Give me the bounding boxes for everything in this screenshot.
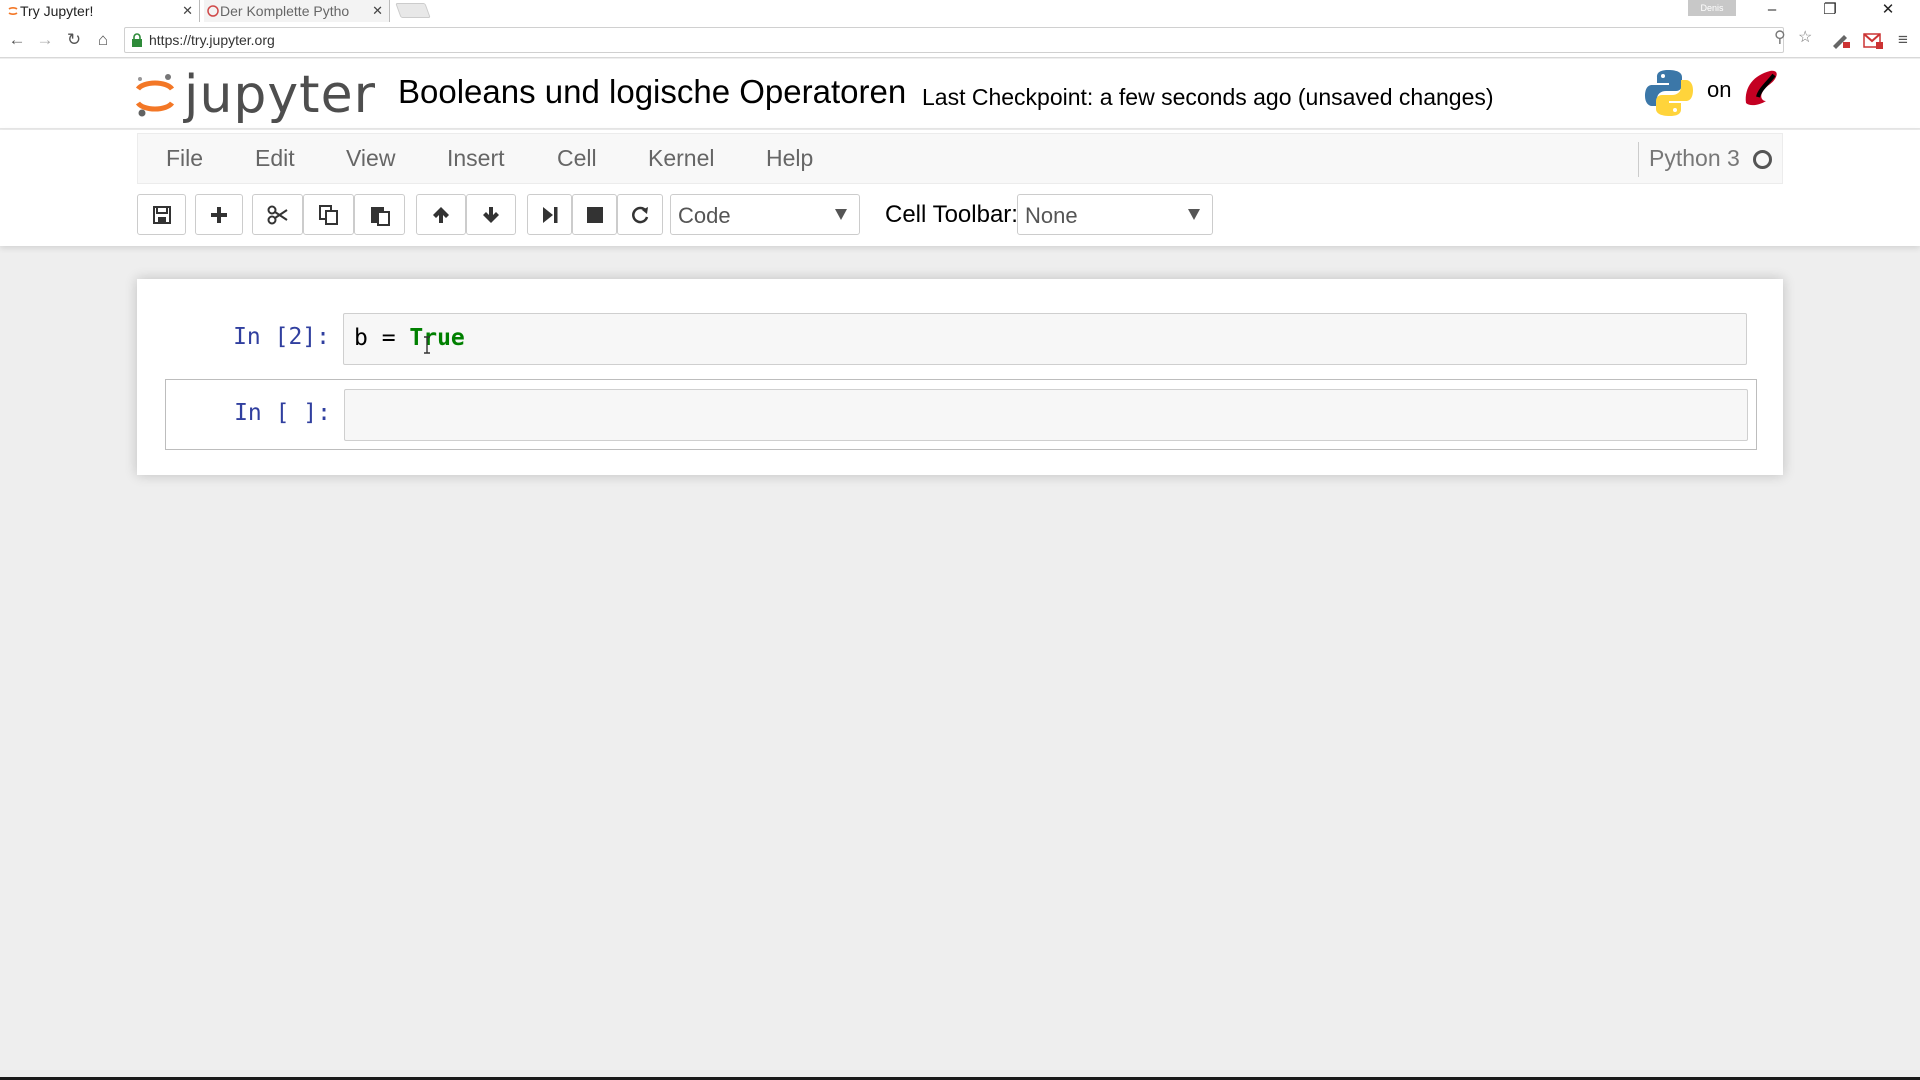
jupyter-logo[interactable]: jupyter (134, 65, 376, 125)
tab-title: Try Jupyter! (20, 3, 94, 19)
cell-toolbar-value: None (1025, 203, 1078, 228)
refresh-icon (632, 206, 649, 223)
code-cell[interactable]: In [2]: b = True (165, 313, 1757, 365)
cell-toolbar-select[interactable]: None (1017, 194, 1213, 235)
plus-icon (211, 206, 227, 223)
python-logo-icon (1645, 70, 1693, 116)
jupyter-wordmark: jupyter (184, 65, 376, 125)
zoom-icon[interactable]: ⚲ (1774, 28, 1786, 48)
url-text: https://try.jupyter.org (149, 32, 275, 48)
restore-icon[interactable]: ❐ (1810, 0, 1850, 22)
kernel-name: Python 3 (1649, 145, 1740, 171)
minimize-icon[interactable]: – (1752, 0, 1792, 22)
menu-file[interactable]: File (166, 134, 203, 185)
profile-badge[interactable]: Denis (1688, 0, 1736, 16)
cut-button[interactable] (252, 194, 303, 235)
save-icon (152, 205, 171, 224)
tab-title: Der Komplette Pytho (220, 3, 350, 19)
menubar-container: File Edit View Insert Cell Kernel Help P… (0, 130, 1920, 246)
menu-cell[interactable]: Cell (557, 134, 597, 185)
code-editor[interactable]: b = True (343, 313, 1747, 365)
menu-insert[interactable]: Insert (447, 134, 505, 185)
move-cell-up-button[interactable] (416, 194, 466, 235)
jupyter-logo-icon (135, 74, 175, 117)
checkpoint-status: Last Checkpoint: a few seconds ago (unsa… (922, 84, 1494, 110)
scissors-icon (267, 205, 288, 224)
notebook-toolbar: Code Cell Toolbar: None (137, 194, 1837, 238)
restart-kernel-button[interactable] (617, 194, 663, 235)
notebook-title[interactable]: Booleans und logische Operatoren (398, 73, 906, 111)
copy-button[interactable] (303, 194, 354, 235)
tab-der-komplette[interactable]: Der Komplette Pytho ✕ (204, 0, 390, 22)
interrupt-kernel-button[interactable] (572, 194, 617, 235)
notebook-container: In [2]: b = True In [ ]: (137, 279, 1783, 475)
menubar: File Edit View Insert Cell Kernel Help P… (137, 133, 1783, 184)
kernel-idle-indicator-icon (1753, 150, 1772, 169)
step-forward-icon (542, 206, 557, 223)
udemy-favicon-icon (207, 5, 219, 17)
on-text: on (1707, 77, 1732, 102)
close-icon[interactable]: ✕ (182, 0, 193, 22)
jupyter-header: jupyter Booleans und logische Operatoren… (0, 59, 1920, 129)
browser-navbar: ← → ↻ ⌂ https://try.jupyter.org ⚲ ☆ ≡ (0, 22, 1920, 58)
reload-icon[interactable]: ↻ (63, 29, 85, 51)
menu-kernel[interactable]: Kernel (648, 134, 714, 185)
paste-button[interactable] (354, 194, 405, 235)
menu-view[interactable]: View (346, 134, 395, 185)
home-icon[interactable]: ⌂ (92, 29, 114, 51)
extension-pen-icon[interactable] (1830, 30, 1852, 50)
lock-icon (132, 33, 142, 47)
browser-tabstrip: Try Jupyter! ✕ Der Komplette Pytho ✕ Den… (0, 0, 1920, 22)
chevron-down-icon (835, 209, 847, 220)
code-cell-selected[interactable]: In [ ]: (165, 379, 1757, 450)
gmail-extension-icon[interactable] (1862, 30, 1884, 50)
code-line: b = True (354, 325, 465, 351)
close-icon[interactable]: ✕ (372, 0, 383, 22)
cell-type-value: Code (678, 203, 731, 228)
save-button[interactable] (137, 194, 186, 235)
move-cell-down-button[interactable] (466, 194, 516, 235)
code-editor[interactable] (344, 389, 1748, 441)
bookmark-star-icon[interactable]: ☆ (1798, 28, 1812, 48)
menu-hamburger-icon[interactable]: ≡ (1892, 29, 1914, 51)
code-variable: b = (354, 325, 410, 351)
copy-icon (318, 204, 338, 225)
window-close-icon[interactable]: ✕ (1868, 0, 1908, 22)
stop-icon (586, 206, 603, 223)
tab-try-jupyter[interactable]: Try Jupyter! ✕ (4, 0, 200, 22)
menu-help[interactable]: Help (766, 134, 813, 185)
new-tab-button[interactable] (395, 3, 431, 18)
rackspace-logo-icon (1745, 70, 1777, 106)
run-cell-button[interactable] (527, 194, 572, 235)
back-arrow-icon[interactable]: ← (6, 29, 28, 51)
cell-toolbar-label: Cell Toolbar: (885, 201, 1018, 228)
paste-icon (370, 206, 390, 226)
jupyter-favicon-icon (8, 7, 18, 15)
text-cursor-icon (424, 336, 430, 354)
cell-type-select[interactable]: Code (670, 194, 860, 235)
code-keyword: True (409, 325, 465, 351)
forward-arrow-icon[interactable]: → (34, 29, 56, 51)
input-prompt: In [ ]: (234, 400, 331, 426)
insert-cell-button[interactable] (195, 194, 243, 235)
arrow-down-icon (483, 206, 499, 223)
arrow-up-icon (433, 206, 449, 223)
menu-edit[interactable]: Edit (255, 134, 295, 185)
chevron-down-icon (1188, 209, 1200, 220)
address-bar[interactable]: https://try.jupyter.org (124, 27, 1784, 53)
kernel-separator (1638, 142, 1639, 177)
input-prompt: In [2]: (233, 324, 330, 350)
